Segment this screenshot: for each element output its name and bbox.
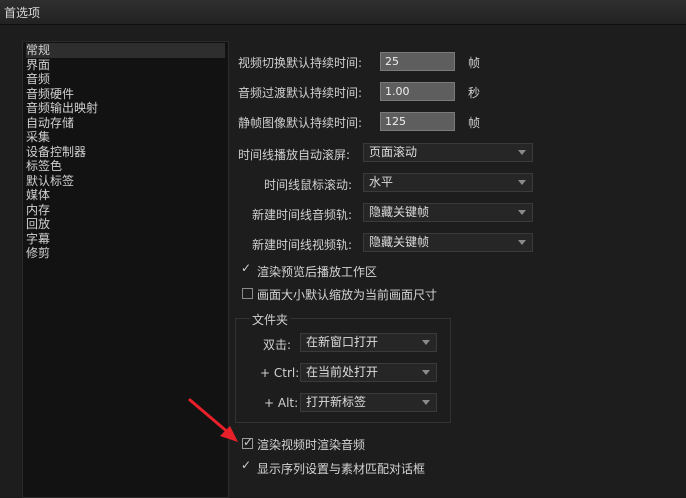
audio-transition-unit: 秒 bbox=[468, 86, 481, 100]
sidebar-item-label-colors[interactable]: 标签色 bbox=[26, 159, 62, 174]
chevron-down-icon bbox=[422, 400, 430, 405]
bin-ctrl-value: 在当前处打开 bbox=[306, 365, 379, 379]
scale-to-frame-checkbox[interactable] bbox=[242, 288, 253, 299]
timeline-mouse-scroll-value: 水平 bbox=[369, 175, 394, 189]
bin-double-click-value: 在新窗口打开 bbox=[306, 335, 379, 349]
timeline-mouse-scroll-label: 时间线鼠标滚动: bbox=[264, 178, 353, 192]
annotation-arrow-icon bbox=[188, 398, 238, 442]
still-image-label: 静帧图像默认持续时间: bbox=[238, 116, 363, 130]
new-video-track-value: 隐藏关键帧 bbox=[369, 235, 430, 249]
video-transition-label: 视频切换默认持续时间: bbox=[238, 56, 363, 70]
render-audio-label: 渲染视频时渲染音频 bbox=[257, 438, 366, 452]
new-audio-track-label: 新建时间线音频轨: bbox=[252, 208, 353, 222]
video-transition-input[interactable]: 25 bbox=[380, 52, 455, 71]
sidebar-item-interface[interactable]: 界面 bbox=[26, 58, 50, 73]
new-audio-track-select[interactable]: 隐藏关键帧 bbox=[363, 203, 533, 222]
sequence-dialog-label: 显示序列设置与素材匹配对话框 bbox=[257, 462, 426, 476]
sidebar-item-memory[interactable]: 内存 bbox=[26, 203, 50, 218]
bin-ctrl-label: + Ctrl: bbox=[260, 366, 300, 380]
sidebar-item-device-control[interactable]: 设备控制器 bbox=[26, 145, 86, 160]
chevron-down-icon bbox=[422, 370, 430, 375]
sidebar-item-label-defaults[interactable]: 默认标签 bbox=[26, 174, 74, 189]
chevron-down-icon bbox=[518, 240, 526, 245]
timeline-autoscroll-value: 页面滚动 bbox=[369, 145, 418, 159]
window-title: 首选项 bbox=[4, 6, 41, 20]
checkmark-icon: ✓ bbox=[241, 261, 252, 275]
bin-ctrl-select[interactable]: 在当前处打开 bbox=[300, 363, 437, 382]
arrow-shaft bbox=[188, 398, 232, 436]
checkmark-icon: ✓ bbox=[241, 458, 252, 472]
bin-alt-value: 打开新标签 bbox=[306, 395, 367, 409]
sidebar-item-trim[interactable]: 修剪 bbox=[26, 246, 50, 261]
timeline-mouse-scroll-select[interactable]: 水平 bbox=[363, 173, 533, 192]
title-bar: 首选项 bbox=[0, 0, 686, 25]
sidebar-item-playback[interactable]: 回放 bbox=[26, 217, 50, 232]
bin-group-title: 文件夹 bbox=[250, 311, 291, 328]
sidebar-item-audio-output-mapping[interactable]: 音频输出映射 bbox=[26, 101, 98, 116]
timeline-autoscroll-select[interactable]: 页面滚动 bbox=[363, 143, 533, 162]
sidebar-item-capture[interactable]: 采集 bbox=[26, 130, 50, 145]
bin-double-click-select[interactable]: 在新窗口打开 bbox=[300, 333, 437, 352]
audio-transition-input[interactable]: 1.00 bbox=[380, 82, 455, 101]
bin-alt-select[interactable]: 打开新标签 bbox=[300, 393, 437, 412]
sidebar-item-media[interactable]: 媒体 bbox=[26, 188, 50, 203]
sidebar-item-titler[interactable]: 字幕 bbox=[26, 232, 50, 247]
chevron-down-icon bbox=[518, 150, 526, 155]
sidebar-item-auto-save[interactable]: 自动存储 bbox=[26, 116, 74, 131]
chevron-down-icon bbox=[422, 340, 430, 345]
new-video-track-label: 新建时间线视频轨: bbox=[252, 238, 353, 252]
scale-to-frame-label: 画面大小默认缩放为当前画面尺寸 bbox=[257, 288, 438, 302]
still-image-unit: 帧 bbox=[468, 116, 481, 130]
sidebar-item-audio[interactable]: 音频 bbox=[26, 72, 50, 87]
still-image-input[interactable]: 125 bbox=[380, 112, 455, 131]
play-after-render-checkbox[interactable]: ✓ bbox=[241, 261, 252, 276]
play-after-render-label: 渲染预览后播放工作区 bbox=[257, 265, 378, 279]
new-video-track-select[interactable]: 隐藏关键帧 bbox=[363, 233, 533, 252]
chevron-down-icon bbox=[518, 180, 526, 185]
video-transition-unit: 帧 bbox=[468, 56, 481, 70]
bin-double-click-label: 双击: bbox=[263, 338, 292, 352]
sidebar-item-audio-hardware[interactable]: 音频硬件 bbox=[26, 87, 74, 102]
timeline-autoscroll-label: 时间线播放自动滚屏: bbox=[238, 148, 351, 162]
bin-alt-label: + Alt: bbox=[264, 396, 299, 410]
sidebar-item-general[interactable]: 常规 bbox=[26, 43, 225, 58]
new-audio-track-value: 隐藏关键帧 bbox=[369, 205, 430, 219]
chevron-down-icon bbox=[518, 210, 526, 215]
sequence-dialog-checkbox[interactable]: ✓ bbox=[241, 458, 252, 473]
audio-transition-label: 音频过渡默认持续时间: bbox=[238, 86, 363, 100]
